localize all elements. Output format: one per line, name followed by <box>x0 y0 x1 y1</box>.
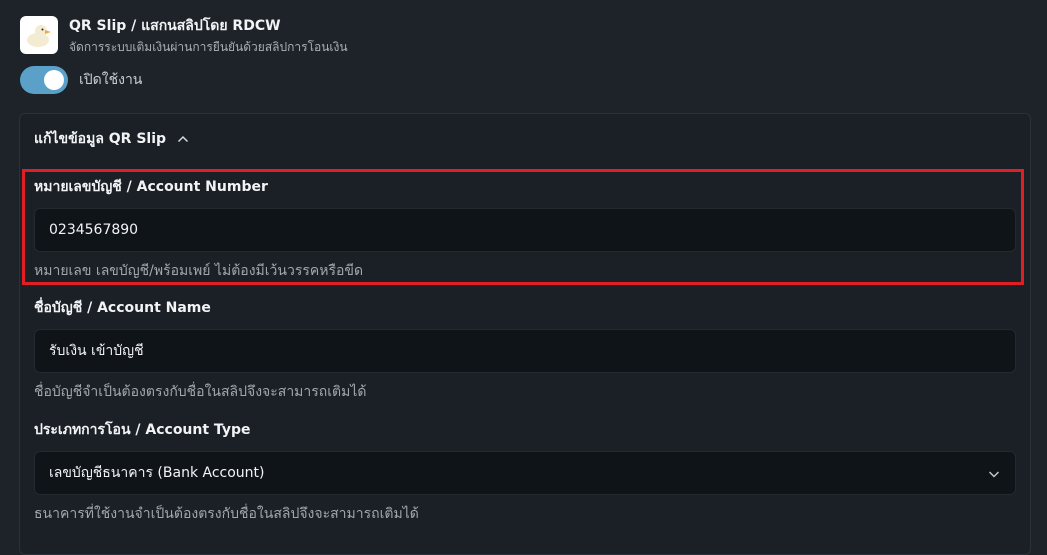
toggle-knob <box>44 70 64 90</box>
duck-logo-icon <box>20 16 58 54</box>
app-title-block: QR Slip / แสกนสลิปโดย RDCW จัดการระบบเติ… <box>69 17 348 55</box>
account-number-input[interactable]: 0234567890 <box>34 208 1016 252</box>
account-name-value: รับเงิน เข้าบัญชี <box>49 343 144 359</box>
account-type-select[interactable]: เลขบัญชีธนาคาร (Bank Account) <box>34 451 1016 495</box>
enable-toggle-row: เปิดใช้งาน <box>20 66 142 94</box>
account-type-field: ประเภทการโอน / Account Type เลขบัญชีธนาค… <box>34 421 1016 523</box>
account-type-value: เลขบัญชีธนาคาร (Bank Account) <box>49 465 265 481</box>
account-number-field: หมายเลขบัญชี / Account Number 0234567890… <box>34 178 1016 280</box>
account-name-field: ชื่อบัญชี / Account Name รับเงิน เข้าบัญ… <box>34 299 1016 401</box>
account-type-help: ธนาคารที่ใช้งานจำเป็นต้องตรงกับชื่อในสลิ… <box>34 506 419 522</box>
panel-header[interactable]: แก้ไขข้อมูล QR Slip <box>34 128 190 150</box>
account-name-input[interactable]: รับเงิน เข้าบัญชี <box>34 329 1016 373</box>
account-number-help: หมายเลข เลขบัญชี/พร้อมเพย์ ไม่ต้องมีเว้น… <box>34 263 364 279</box>
chevron-down-icon[interactable] <box>987 467 1001 485</box>
enable-toggle[interactable] <box>20 66 68 94</box>
account-type-label: ประเภทการโอน / Account Type <box>34 422 251 438</box>
panel-title: แก้ไขข้อมูล QR Slip <box>34 131 167 147</box>
account-number-label: หมายเลขบัญชี / Account Number <box>34 179 268 195</box>
qr-slip-settings-panel: แก้ไขข้อมูล QR Slip หมายเลขบัญชี / Accou… <box>19 113 1031 555</box>
account-name-label: ชื่อบัญชี / Account Name <box>34 300 211 316</box>
account-name-help: ชื่อบัญชีจำเป็นต้องตรงกับชื่อในสลิปจึงจะ… <box>34 384 367 400</box>
app-header: QR Slip / แสกนสลิปโดย RDCW จัดการระบบเติ… <box>20 16 348 55</box>
chevron-up-icon[interactable] <box>176 132 190 146</box>
enable-toggle-label: เปิดใช้งาน <box>79 72 143 88</box>
app-title: QR Slip / แสกนสลิปโดย RDCW <box>69 18 281 34</box>
account-number-value: 0234567890 <box>49 222 139 238</box>
app-subtitle: จัดการระบบเติมเงินผ่านการยืนยันด้วยสลิปก… <box>69 40 348 54</box>
